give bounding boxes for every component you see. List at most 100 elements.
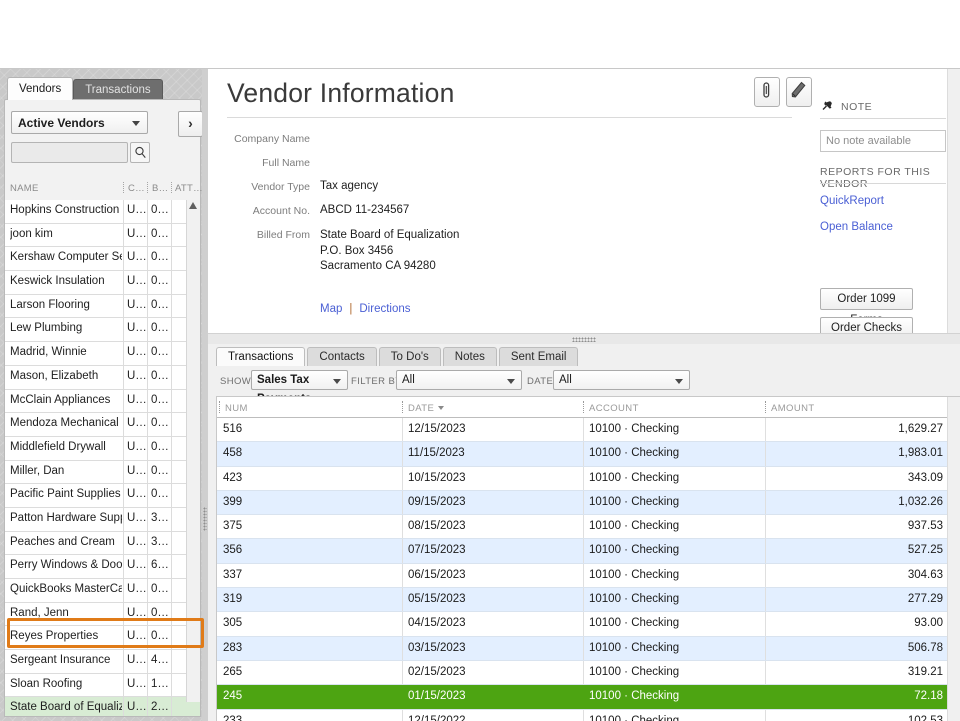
note-field[interactable]: No note available	[820, 130, 946, 152]
vendor-search-input[interactable]	[11, 142, 128, 163]
vendor-list-item[interactable]: Reyes Properties U… 0…	[5, 626, 200, 651]
vendor-search-button[interactable]	[130, 142, 150, 163]
date-dropdown[interactable]: All	[553, 370, 690, 390]
label-vendor-type: Vendor Type	[251, 181, 310, 193]
cell-account: 10100 · Checking	[589, 690, 680, 703]
sort-descending-icon[interactable]	[438, 406, 444, 410]
vendor-list-item[interactable]: Lew Plumbing U… 0…	[5, 318, 200, 343]
table-row[interactable]: 245 01/15/2023 10100 · Checking 72.18	[217, 685, 960, 710]
table-row[interactable]: 305 04/15/2023 10100 · Checking 93.00	[217, 612, 960, 637]
table-row[interactable]: 458 11/15/2023 10100 · Checking 1,983.01	[217, 442, 960, 467]
vendor-list-item[interactable]: Kershaw Computer Services U… 0…	[5, 247, 200, 272]
column-divider[interactable]	[765, 401, 767, 413]
vendor-list-item[interactable]: Pacific Paint Supplies U… 0…	[5, 484, 200, 508]
table-row[interactable]: 423 10/15/2023 10100 · Checking 343.09	[217, 466, 960, 491]
map-link[interactable]: Map	[320, 303, 342, 315]
show-dropdown[interactable]: Sales Tax Payments	[251, 370, 348, 405]
column-divider[interactable]	[147, 182, 149, 193]
open-balance-link[interactable]: Open Balance	[820, 221, 893, 233]
tab-transactions-list[interactable]: Transactions	[216, 347, 306, 366]
cell-num: 265	[223, 665, 243, 678]
link-separator: |	[349, 303, 353, 315]
column-header-date[interactable]: DATE	[408, 403, 434, 414]
vendor-list-item[interactable]: Keswick Insulation U… 0…	[5, 271, 200, 295]
vendor-list-item[interactable]: Miller, Dan U… 0…	[5, 460, 200, 485]
vendor-list-item[interactable]: Middlefield Drywall U… 0…	[5, 436, 200, 461]
vendor-name: Keswick Insulation	[10, 275, 105, 288]
column-divider[interactable]	[123, 182, 125, 193]
cell-divider	[583, 563, 584, 588]
tab-notes[interactable]: Notes	[442, 347, 497, 366]
column-divider[interactable]	[171, 182, 173, 193]
column-header-att[interactable]: ATT…	[175, 183, 203, 194]
table-row[interactable]: 319 05/15/2023 10100 · Checking 277.29	[217, 588, 960, 613]
vendor-list-item[interactable]: Mendoza Mechanical U… 0…	[5, 413, 200, 437]
quickreport-link[interactable]: QuickReport	[820, 195, 884, 207]
chevron-down-icon	[507, 379, 515, 384]
table-row[interactable]: 356 07/15/2023 10100 · Checking 527.25	[217, 539, 960, 564]
column-divider[interactable]	[402, 401, 404, 413]
tab-transactions[interactable]: Transactions	[73, 79, 163, 100]
transactions-scrollbar[interactable]	[947, 397, 960, 721]
tab-sent-email[interactable]: Sent Email	[498, 347, 579, 366]
table-row[interactable]: 283 03/15/2023 10100 · Checking 506.78	[217, 636, 960, 661]
cell-divider	[765, 490, 766, 515]
tab-label: Sent Email	[510, 351, 567, 363]
transactions-table-body[interactable]: 516 12/15/2023 10100 · Checking 1,629.27 458…	[217, 418, 960, 721]
cell-divider	[123, 602, 124, 626]
cell-date: 09/15/2023	[408, 495, 466, 508]
vendor-list-item[interactable]: Patton Hardware Supplies U… 3…	[5, 507, 200, 532]
column-divider[interactable]	[583, 401, 585, 413]
column-header-amount[interactable]: AMOUNT	[771, 403, 815, 414]
vendor-list-item[interactable]: QuickBooks MasterCard U… 0…	[5, 579, 200, 603]
column-divider[interactable]	[219, 401, 221, 413]
order-1099-forms-button[interactable]: Order 1099 Forms	[820, 288, 913, 326]
column-header-c[interactable]: C…	[128, 183, 145, 194]
vendor-list-item[interactable]: Mason, Elizabeth U… 0…	[5, 365, 200, 390]
vendor-list-item[interactable]: McClain Appliances U… 0…	[5, 389, 200, 414]
column-header-b[interactable]: B…	[152, 183, 168, 194]
active-vendors-dropdown[interactable]: Active Vendors	[11, 111, 148, 134]
vendor-list-item[interactable]: Perry Windows & Doors U… 6…	[5, 555, 200, 579]
vendor-info-scrollbar[interactable]	[947, 69, 960, 333]
note-placeholder: No note available	[826, 135, 912, 147]
vendor-list-item[interactable]: Larson Flooring U… 0…	[5, 294, 200, 319]
vendor-list-item[interactable]: State Board of Equalization.1 U… 2…	[5, 697, 200, 716]
cell-divider	[402, 563, 403, 588]
tab-to-dos[interactable]: To Do's	[378, 347, 441, 366]
tab-contacts[interactable]: Contacts	[307, 347, 377, 366]
expand-panel-button[interactable]: ›	[178, 111, 203, 137]
vendor-list-item[interactable]: joon kim U… 0…	[5, 223, 200, 248]
column-header-name[interactable]: NAME	[10, 183, 39, 194]
table-row[interactable]: 233 12/15/2022 10100 · Checking 102.53	[217, 709, 960, 721]
order-checks-button[interactable]: Order Checks	[820, 317, 913, 333]
cell-amount: 277.29	[907, 593, 943, 606]
vendor-list-item[interactable]: Sergeant Insurance U… 4…	[5, 650, 200, 674]
filter-by-dropdown[interactable]: All	[396, 370, 522, 390]
attach-file-button[interactable]	[754, 77, 780, 107]
vendor-list-item[interactable]: Peaches and Cream U… 3…	[5, 531, 200, 556]
vendor-list[interactable]: Hopkins Construction RentalsU…0…joon kim…	[5, 200, 200, 716]
vendor-list-item[interactable]: Sloan Roofing U… 1…	[5, 673, 200, 698]
scroll-up-icon[interactable]	[189, 202, 197, 209]
cell-account: 10100 · Checking	[589, 495, 680, 508]
vendor-list-item[interactable]: Madrid, Winnie U… 0…	[5, 342, 200, 366]
chevron-right-icon: ›	[188, 115, 193, 131]
column-header-num[interactable]: NUM	[225, 403, 248, 414]
tab-vendors[interactable]: Vendors	[7, 77, 74, 100]
directions-link[interactable]: Directions	[359, 303, 410, 315]
address-line-1: State Board of Equalization	[320, 229, 460, 241]
table-row[interactable]: 337 06/15/2023 10100 · Checking 304.63	[217, 563, 960, 589]
vendor-list-item[interactable]: Hopkins Construction Rentals U… 0…	[5, 200, 200, 224]
table-row[interactable]: 375 08/15/2023 10100 · Checking 937.53	[217, 515, 960, 540]
edit-vendor-button[interactable]	[786, 77, 812, 107]
table-row[interactable]: 399 09/15/2023 10100 · Checking 1,032.26	[217, 490, 960, 516]
column-header-account[interactable]: ACCOUNT	[589, 403, 639, 414]
cell-divider	[147, 673, 148, 697]
table-row[interactable]: 516 12/15/2023 10100 · Checking 1,629.27	[217, 418, 960, 443]
vendor-list-scrollbar[interactable]	[186, 200, 200, 702]
date-value: All	[559, 374, 572, 386]
table-row[interactable]: 265 02/15/2023 10100 · Checking 319.21	[217, 660, 960, 686]
vendor-list-item[interactable]: Rand, Jenn U… 0…	[5, 602, 200, 627]
cell-divider	[402, 442, 403, 466]
